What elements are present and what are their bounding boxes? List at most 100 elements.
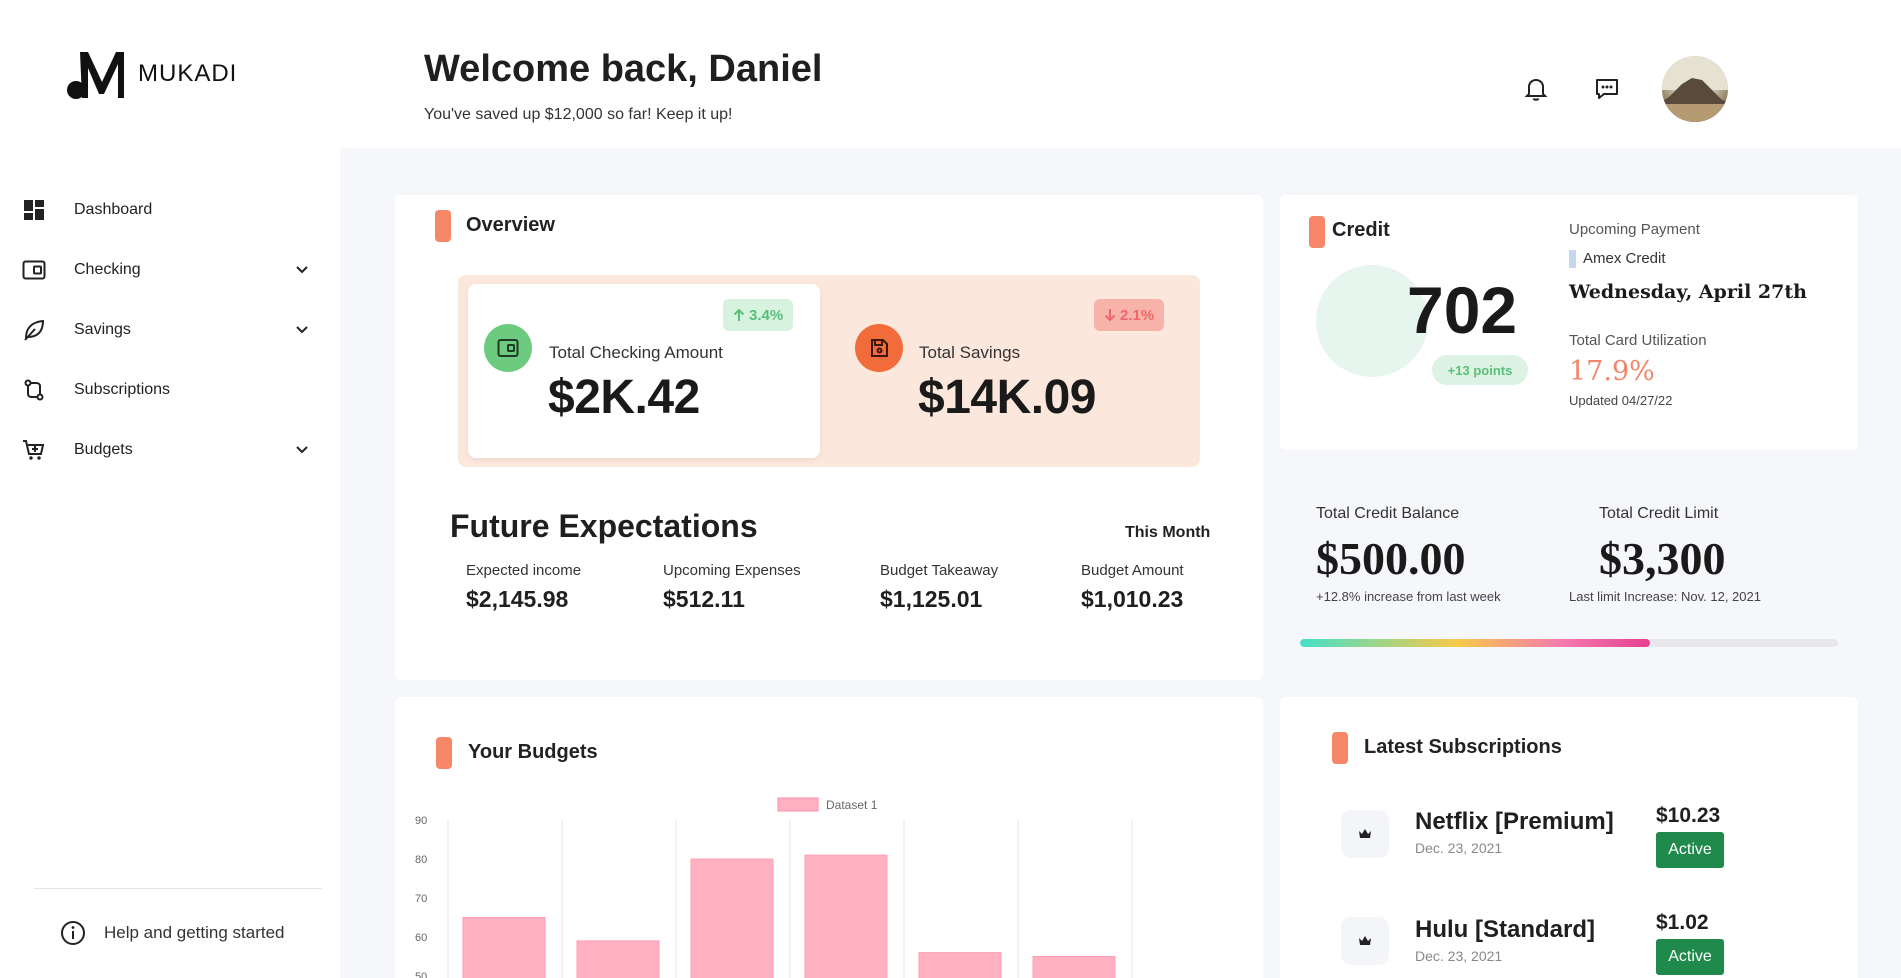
bar [690, 858, 774, 978]
crown-icon [1341, 917, 1389, 965]
credit-usage-bar [1300, 639, 1838, 647]
page-title: Welcome back, Daniel [424, 48, 823, 90]
balance-value: $500.00 [1316, 533, 1466, 584]
wallet-icon [484, 324, 532, 372]
savings-change-badge: 2.1% [1094, 299, 1165, 331]
limit-note: Last limit Increase: Nov. 12, 2021 [1569, 589, 1761, 604]
upcoming-card: Amex Credit [1583, 250, 1666, 267]
avatar-image [1662, 56, 1728, 122]
upcoming-payment-label: Upcoming Payment [1569, 221, 1700, 238]
future-item-value: $1,010.23 [1081, 586, 1184, 612]
future-item-value: $2,145.98 [466, 586, 569, 612]
balance-note: +12.8% increase from last week [1316, 589, 1501, 604]
page-subtitle: You've saved up $12,000 so far! Keep it … [424, 106, 733, 123]
sidebar-divider [34, 888, 322, 889]
checking-change-badge: 3.4% [723, 299, 794, 331]
sidebar-item-label: Checking [74, 261, 141, 278]
chat-icon[interactable] [1592, 74, 1622, 104]
credit-score: 702 [1407, 273, 1518, 347]
budgets-chart: Dataset 1 50 60 70 80 90 [415, 797, 1133, 978]
sidebar-item-subscriptions[interactable]: Subscriptions [22, 360, 322, 420]
sidebar: MUKADI Dashboard Checking Savings Subscr… [0, 0, 340, 978]
subscription-name[interactable]: Hulu [Standard] [1415, 916, 1595, 944]
bar [576, 940, 660, 978]
period-selector[interactable]: This Month [1125, 524, 1210, 542]
future-item-label: Budget Amount [1081, 562, 1184, 579]
subscription-date: Dec. 23, 2021 [1415, 948, 1503, 964]
sidebar-item-label: Dashboard [74, 201, 153, 218]
brand-name: MUKADI [138, 60, 238, 87]
points-badge: +13 points [1432, 355, 1528, 385]
help-link[interactable]: Help and getting started [60, 920, 285, 946]
overview-title: Overview [466, 214, 555, 236]
floppy-disk-icon [855, 324, 903, 372]
cart-icon [22, 438, 46, 462]
future-item-label: Expected income [466, 562, 582, 579]
utilization-value: 17.9% [1569, 356, 1655, 387]
subscription-price: $1.02 [1656, 911, 1709, 934]
dashboard-icon [22, 198, 46, 222]
help-label: Help and getting started [104, 923, 285, 942]
utilization-label: Total Card Utilization [1569, 332, 1707, 349]
chevron-down-icon[interactable] [294, 262, 310, 278]
savings-label: Total Savings [919, 343, 1021, 362]
bar [462, 917, 546, 978]
sidebar-item-dashboard[interactable]: Dashboard [22, 180, 322, 240]
chevron-down-icon[interactable] [294, 442, 310, 458]
subscription-date: Dec. 23, 2021 [1415, 840, 1503, 856]
leaf-icon [22, 318, 46, 342]
crown-icon [1341, 810, 1389, 858]
sidebar-item-budgets[interactable]: Budgets [22, 420, 322, 480]
section-marker [435, 210, 451, 242]
sidebar-item-savings[interactable]: Savings [22, 300, 322, 360]
future-item-label: Budget Takeaway [880, 562, 999, 579]
future-item-value: $1,125.01 [880, 586, 983, 612]
wallet-icon [22, 258, 46, 282]
subscription-price: $10.23 [1656, 804, 1721, 827]
bar [918, 952, 1002, 978]
updated-date: Updated 04/27/22 [1569, 393, 1673, 408]
checking-change-value: 3.4% [749, 306, 784, 324]
sidebar-nav: Dashboard Checking Savings Subscriptions [22, 180, 322, 480]
bar [1032, 956, 1116, 978]
credit-usage-fill [1300, 639, 1650, 647]
subscriptions-title: Latest Subscriptions [1364, 736, 1562, 758]
y-tick-label: 70 [415, 893, 427, 905]
sidebar-item-label: Budgets [74, 441, 133, 458]
y-tick-label: 90 [415, 815, 427, 827]
checking-label: Total Checking Amount [549, 343, 723, 362]
chevron-down-icon[interactable] [294, 322, 310, 338]
savings-value: $14K.09 [918, 371, 1096, 424]
savings-change-value: 2.1% [1120, 306, 1155, 324]
limit-label: Total Credit Limit [1599, 505, 1719, 522]
arrow-up-icon [733, 308, 745, 321]
logo-mark-icon [67, 52, 124, 99]
future-expectations-title: Future Expectations [450, 508, 758, 544]
legend-label: Dataset 1 [826, 798, 878, 812]
sidebar-item-label: Savings [74, 321, 131, 338]
checking-value: $2K.42 [548, 371, 700, 424]
upcoming-date: Wednesday, April 27th [1569, 281, 1807, 303]
section-marker [1332, 732, 1348, 764]
avatar[interactable] [1662, 56, 1728, 122]
subscription-name[interactable]: Netflix [Premium] [1415, 808, 1614, 836]
logo[interactable]: MUKADI [66, 46, 237, 102]
section-marker [1309, 216, 1325, 248]
subscription-status-button[interactable]: Active [1656, 832, 1724, 868]
credit-title: Credit [1332, 219, 1390, 241]
y-tick-label: 80 [415, 854, 427, 866]
y-tick-label: 60 [415, 932, 427, 944]
arrow-down-icon [1104, 309, 1116, 322]
legend-swatch [777, 797, 819, 812]
balance-label: Total Credit Balance [1316, 505, 1460, 522]
y-tick-label: 50 [415, 971, 427, 978]
bar [804, 854, 888, 978]
sidebar-item-label: Subscriptions [74, 381, 171, 398]
section-marker [436, 737, 452, 769]
subscription-status-button[interactable]: Active [1656, 939, 1724, 975]
bell-icon[interactable] [1521, 74, 1551, 104]
info-icon [61, 921, 85, 945]
sidebar-item-checking[interactable]: Checking [22, 240, 322, 300]
card-color-marker [1569, 250, 1576, 268]
swap-icon [22, 378, 46, 402]
